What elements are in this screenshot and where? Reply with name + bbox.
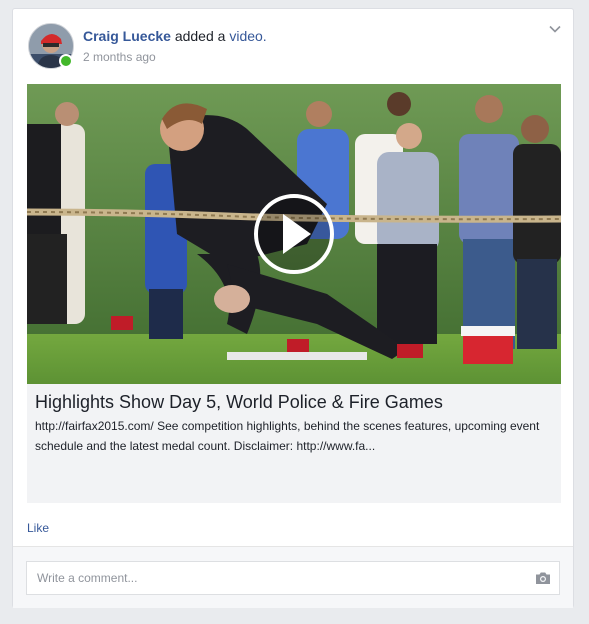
comment-input[interactable] — [26, 561, 560, 595]
preview-title[interactable]: Highlights Show Day 5, World Police & Fi… — [35, 392, 443, 413]
comment-section — [13, 546, 573, 608]
preview-description: http://fairfax2015.com/ See competition … — [35, 419, 540, 453]
play-icon[interactable] — [254, 194, 334, 274]
video-link[interactable]: video. — [229, 28, 266, 44]
author-link[interactable]: Craig Luecke — [83, 28, 171, 44]
online-status-indicator — [59, 54, 73, 68]
camera-icon[interactable] — [535, 571, 551, 585]
link-preview[interactable]: Highlights Show Day 5, World Police & Fi… — [27, 384, 561, 503]
action-text: added a — [174, 28, 226, 44]
chevron-down-icon[interactable] — [547, 21, 563, 37]
post-timestamp[interactable]: 2 months ago — [83, 50, 156, 64]
like-button[interactable]: Like — [27, 521, 49, 535]
post-card: Craig Luecke added a video. 2 months ago — [12, 8, 574, 608]
post-header: Craig Luecke added a video. — [83, 28, 267, 44]
video-thumbnail — [27, 84, 561, 384]
video-player[interactable] — [27, 84, 561, 384]
